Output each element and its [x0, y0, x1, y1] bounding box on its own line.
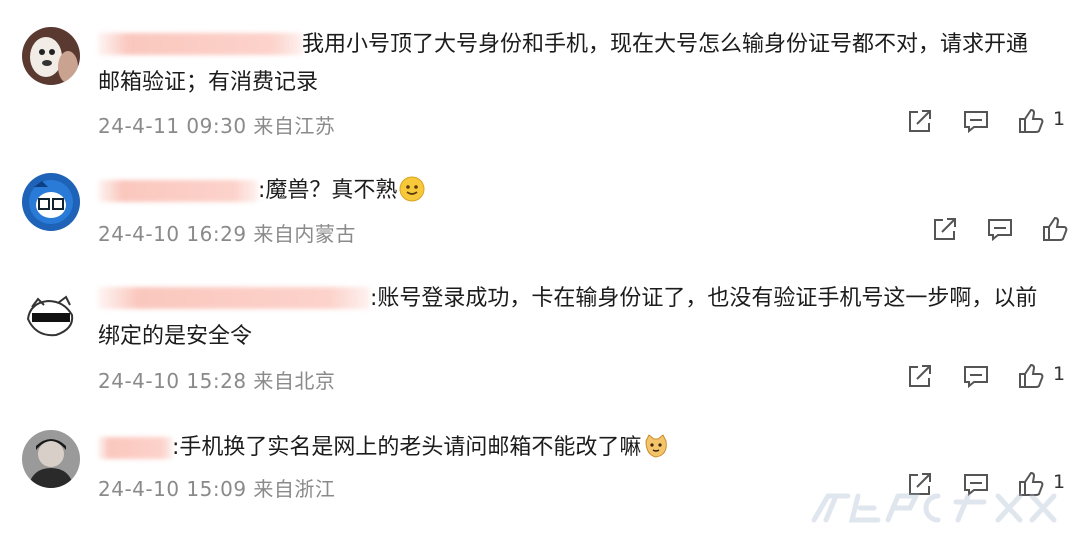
comment-text-line: :手机换了实名是网上的老头请问邮箱不能改了嘛 [98, 429, 1040, 467]
comment-icon [988, 219, 1012, 242]
share-icon [934, 218, 956, 240]
comment-text: :魔兽？真不熟 [98, 172, 1040, 210]
avatar[interactable] [22, 430, 80, 488]
avatar[interactable] [22, 289, 80, 347]
avatar[interactable] [22, 27, 80, 85]
share-button[interactable] [905, 361, 935, 391]
action-bar: 1 [905, 361, 1065, 391]
thumbs-up-icon [1019, 363, 1044, 388]
thumbs-up-icon [1043, 216, 1068, 241]
comment-button[interactable] [961, 361, 991, 391]
avatar-image [22, 173, 80, 231]
comment-meta: 24-4-11 09:30 来自江苏 [98, 114, 336, 138]
comment-meta: 24-4-10 15:28 来自北京 [98, 369, 336, 393]
comment-text-line: :魔兽？真不熟 [98, 172, 1040, 210]
comment-icon [964, 111, 988, 134]
smile-emoji-icon [399, 176, 425, 202]
like-count: 1 [1053, 363, 1066, 385]
avatar-image [22, 430, 80, 488]
comment-item: :账号登录成功，卡在输身份证了，也没有验证手机号这一步啊，以前 绑定的是安全令 … [0, 265, 1080, 415]
like-button[interactable] [1040, 214, 1070, 244]
avatar-image [22, 27, 80, 85]
comment-item: 我用小号顶了大号身份和手机，现在大号怎么输身份证号都不对，请求开通 邮箱验证；有… [0, 0, 1080, 150]
avatar[interactable] [22, 173, 80, 231]
watermark-logo [808, 488, 1058, 526]
share-button[interactable] [905, 106, 935, 136]
comment-text-line: 邮箱验证；有消费记录 [98, 70, 319, 95]
action-bar: 1 [905, 106, 1065, 136]
comment-text-line: 绑定的是安全令 [98, 324, 253, 349]
comment-item: :魔兽？真不熟 24-4-10 16:29 来自内蒙古 [0, 150, 1080, 260]
action-bar [930, 214, 1070, 244]
comment-text-line: :账号登录成功，卡在输身份证了，也没有验证手机号这一步啊，以前 [370, 286, 1038, 311]
comment-button[interactable] [985, 214, 1015, 244]
comment-text: :手机换了实名是网上的老头请问邮箱不能改了嘛 [98, 429, 1040, 467]
share-button[interactable] [930, 214, 960, 244]
like-button[interactable] [1016, 361, 1046, 391]
share-icon [909, 110, 931, 132]
comment-meta: 24-4-10 16:29 来自内蒙古 [98, 222, 356, 246]
watermark-mark [811, 493, 1057, 523]
comment-meta: 24-4-10 15:09 来自浙江 [98, 477, 336, 501]
comment-text: 我用小号顶了大号身份和手机，现在大号怎么输身份证号都不对，请求开通 邮箱验证；有… [98, 26, 1040, 102]
cat-emoji-icon [645, 434, 668, 458]
comment-text-content: :手机换了实名是网上的老头请问邮箱不能改了嘛 [172, 435, 642, 460]
thumbs-up-icon [1019, 108, 1044, 133]
comment-text-content: :魔兽？真不熟 [258, 178, 398, 203]
comment-button[interactable] [961, 106, 991, 136]
comment-text-line: 我用小号顶了大号身份和手机，现在大号怎么输身份证号都不对，请求开通 [302, 32, 1029, 57]
like-count: 1 [1053, 108, 1066, 130]
like-button[interactable] [1016, 106, 1046, 136]
share-icon [909, 365, 931, 387]
comment-icon [964, 366, 988, 389]
comment-text: :账号登录成功，卡在输身份证了，也没有验证手机号这一步啊，以前 绑定的是安全令 [98, 280, 1040, 356]
avatar-image [22, 289, 80, 347]
